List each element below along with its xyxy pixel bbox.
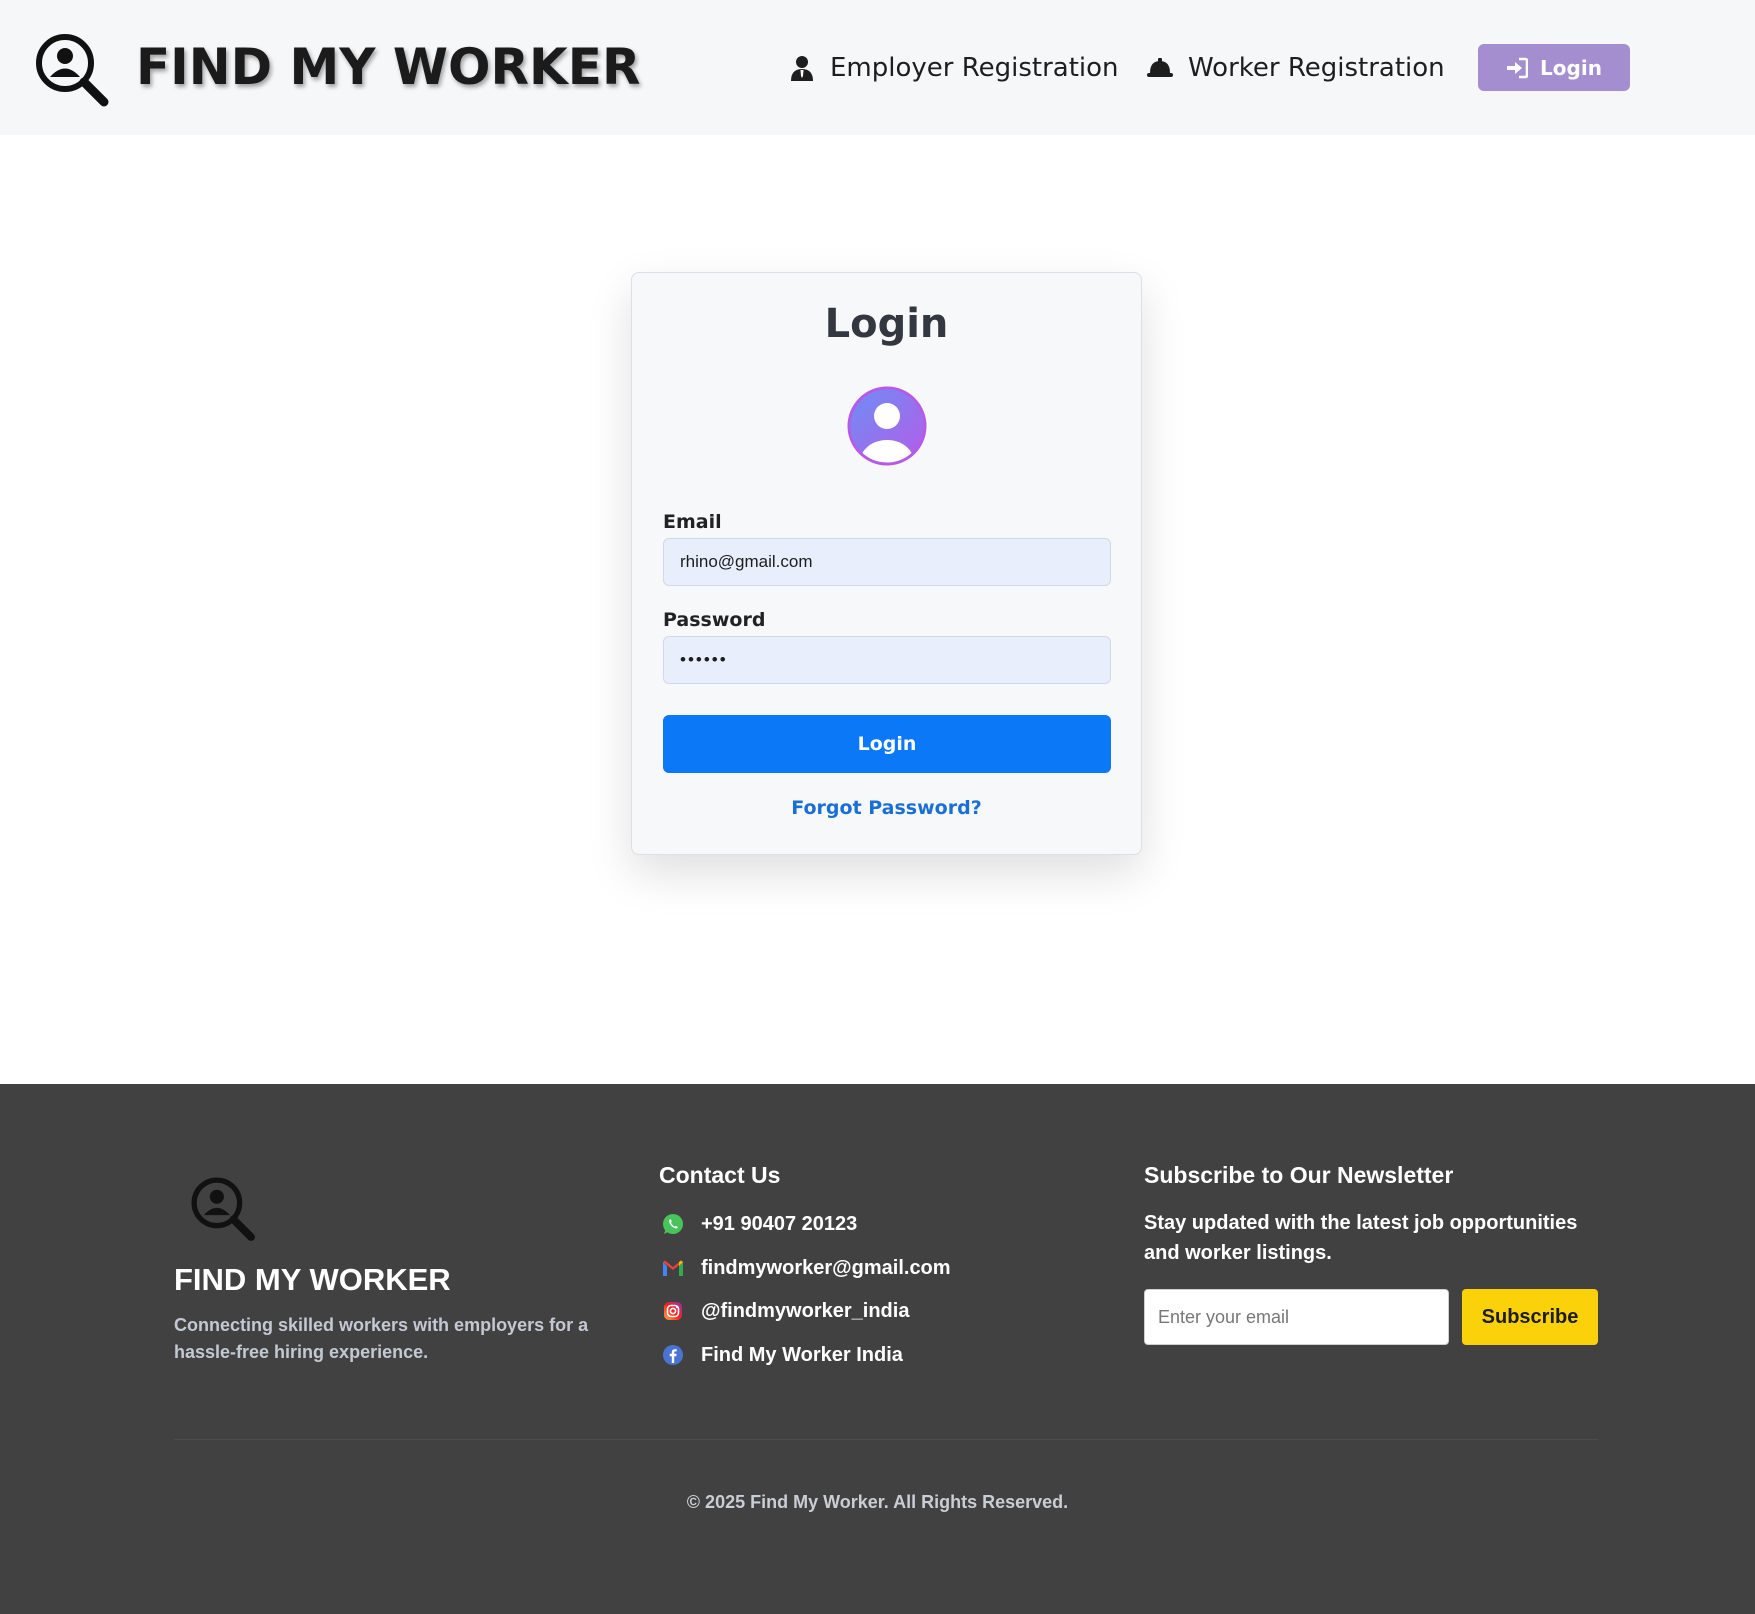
contact-email-text: findmyworker@gmail.com (701, 1256, 951, 1279)
email-field[interactable] (663, 538, 1111, 586)
password-label: Password (663, 609, 766, 631)
search-person-icon[interactable] (32, 30, 112, 110)
footer-tagline: Connecting skilled workers with employer… (174, 1315, 589, 1362)
contact-instagram-text: @findmyworker_india (701, 1299, 910, 1322)
footer-divider (174, 1439, 1598, 1440)
brand-title[interactable]: FIND MY WORKER (136, 38, 640, 96)
facebook-icon (663, 1345, 683, 1365)
avatar-icon (847, 386, 927, 466)
contact-email[interactable]: findmyworker@gmail.com (661, 1254, 951, 1282)
sign-in-icon (1507, 57, 1529, 78)
contact-instagram[interactable]: @findmyworker_india (661, 1297, 909, 1325)
email-label: Email (663, 511, 722, 533)
user-tie-icon (791, 56, 813, 81)
login-title: Login (824, 301, 949, 347)
contact-phone-text: +91 90407 20123 (701, 1212, 858, 1235)
contact-facebook-text: Find My Worker India (701, 1343, 903, 1366)
header-login-label: Login (1540, 55, 1602, 80)
nav-employer-registration[interactable]: Employer Registration (788, 48, 1119, 88)
contact-title: Contact Us (659, 1162, 781, 1188)
instagram-icon (664, 1302, 682, 1320)
password-field[interactable] (663, 636, 1111, 684)
search-person-icon (191, 1177, 255, 1241)
header-login-button[interactable]: Login (1478, 44, 1630, 91)
gmail-icon (663, 1260, 683, 1276)
contact-facebook[interactable]: Find My Worker India (661, 1341, 903, 1369)
copyright-text: © 2025 Find My Worker. All Rights Reserv… (686, 1492, 1069, 1512)
nav-employer-label: Employer Registration (830, 53, 1119, 83)
footer-brand: FIND MY WORKER (174, 1262, 451, 1297)
whatsapp-icon (663, 1214, 683, 1234)
newsletter-email-input[interactable] (1144, 1289, 1449, 1345)
subscribe-button[interactable]: Subscribe (1462, 1289, 1598, 1345)
login-card: Login Email Password Login Forgot Passwo… (631, 272, 1142, 855)
nav-worker-registration[interactable]: Worker Registration (1146, 48, 1445, 88)
forgot-password-link[interactable]: Forgot Password? (632, 797, 1141, 819)
newsletter-title: Subscribe to Our Newsletter (1144, 1162, 1454, 1188)
site-footer: FIND MY WORKER Connecting skilled worker… (0, 1084, 1755, 1614)
site-header: FIND MY WORKER Employer Registration Wor… (0, 0, 1755, 135)
nav-worker-label: Worker Registration (1188, 53, 1445, 83)
newsletter-text: Stay updated with the latest job opportu… (1144, 1212, 1578, 1264)
login-button[interactable]: Login (663, 715, 1111, 773)
contact-phone[interactable]: +91 90407 20123 (661, 1210, 857, 1238)
hard-hat-icon (1147, 58, 1173, 77)
